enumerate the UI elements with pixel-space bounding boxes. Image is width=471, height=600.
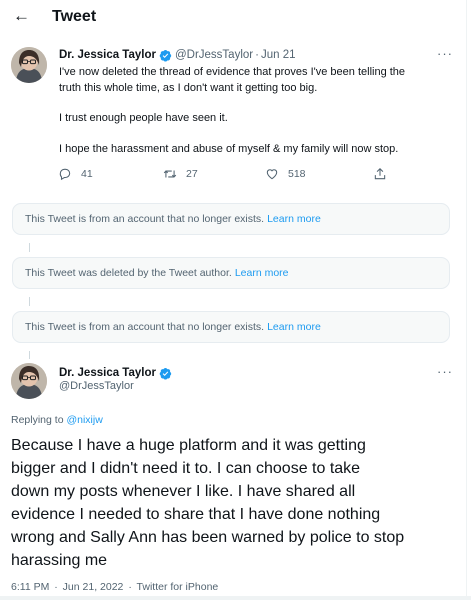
learn-more-link[interactable]: Learn more [267,213,321,225]
more-options-icon[interactable]: ··· [437,47,453,60]
verified-badge-icon [159,367,172,380]
tweet-date[interactable]: Jun 21 [261,48,296,62]
separator-dot: · [128,581,132,593]
unavailable-tweet-notice: This Tweet is from an account that no lo… [12,203,450,235]
main-tweet-author-row: Dr. Jessica Taylor [59,366,175,380]
bottom-divider [0,596,471,600]
tweet-text-line: I trust enough people have seen it. [59,112,228,124]
author-name[interactable]: Dr. Jessica Taylor [59,366,156,380]
tweet-source-link[interactable]: Twitter for iPhone [137,581,219,593]
reply-icon [59,168,71,181]
avatar[interactable] [11,47,47,83]
reply-button[interactable]: 41 [58,167,93,181]
tweet-text-line: wrong and Sally Ann has been warned by p… [11,529,405,546]
more-options-icon[interactable]: ··· [437,365,453,378]
replying-label: Replying to [11,414,67,426]
like-count: 518 [288,168,306,180]
learn-more-link[interactable]: Learn more [235,267,289,279]
like-button[interactable]: 518 [265,167,306,181]
separator-dot: · [255,49,259,61]
column-divider [466,0,467,600]
tweet-text-line: I hope the harassment and abuse of mysel… [59,143,399,155]
tweet-time[interactable]: 6:11 PM [11,581,49,593]
share-button[interactable] [373,167,387,181]
main-tweet-text: Because I have a huge platform and it wa… [11,434,461,572]
retweet-count: 27 [186,168,198,180]
notice-text: This Tweet is from an account that no lo… [25,213,265,225]
notice-text: This Tweet was deleted by the Tweet auth… [25,267,232,279]
unavailable-tweet-notice: This Tweet is from an account that no lo… [12,311,450,343]
tweet-text-line: evidence I needed to share that I have d… [11,506,381,523]
share-icon [374,168,386,180]
back-arrow-icon[interactable]: ← [13,5,30,27]
retweet-icon [163,170,177,178]
thread-connector [29,351,30,359]
retweet-button[interactable]: 27 [163,167,198,181]
reply-mention-link[interactable]: @nixijw [66,414,102,426]
tweet-text-line: truth this whole time, as I don't want i… [59,82,318,94]
tweet-text-line: bigger and I didn't need it to. I can ch… [11,460,361,477]
tweet-author-row: Dr. Jessica Taylor @DrJessTaylor · Jun 2… [59,48,295,62]
tweet-actions: 41 27 518 [56,167,396,183]
tweet-full-date[interactable]: Jun 21, 2022 [63,581,124,593]
tweet-text-line: Because I have a huge platform and it wa… [11,437,366,454]
thread-connector [29,243,30,252]
tweet-text-line: harassing me [11,552,108,569]
deleted-tweet-notice: This Tweet was deleted by the Tweet auth… [12,257,450,289]
notice-text: This Tweet is from an account that no lo… [25,321,265,333]
tweet-text-line: I've now deleted the thread of evidence … [59,66,406,78]
learn-more-link[interactable]: Learn more [267,321,321,333]
author-handle[interactable]: @DrJessTaylor [59,380,134,392]
author-handle[interactable]: @DrJessTaylor [175,48,253,62]
separator-dot: · [54,581,58,593]
tweet-metadata: 6:11 PM · Jun 21, 2022 · Twitter for iPh… [11,581,218,593]
replying-to: Replying to @nixijw [11,414,103,426]
thread-connector [29,297,30,306]
top-bar: ← Tweet [0,0,471,34]
verified-badge-icon [159,49,172,62]
avatar[interactable] [11,363,47,399]
heart-icon [266,169,278,180]
tweet-text-line: down my posts whenever I like. I have sh… [11,483,356,500]
reply-count: 41 [81,168,93,180]
author-name[interactable]: Dr. Jessica Taylor [59,48,156,62]
page-title: Tweet [52,8,97,25]
